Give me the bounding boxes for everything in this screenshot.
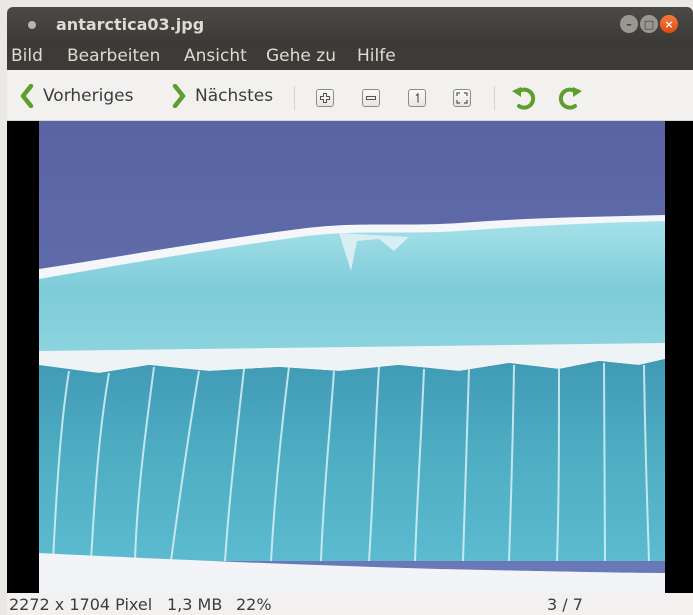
zoom-in-button[interactable] [316, 89, 334, 107]
toolbar-separator [494, 86, 495, 110]
zoom-out-button[interactable] [362, 89, 380, 107]
minimize-button[interactable]: – [620, 15, 638, 33]
antarctica-photo [39, 121, 665, 593]
menu-gehe-zu[interactable]: Gehe zu [266, 46, 336, 66]
image-viewport[interactable] [7, 121, 693, 593]
rotate-right-icon[interactable] [556, 84, 584, 112]
menu-bild[interactable]: Bild [11, 46, 43, 66]
next-label: Nächstes [195, 86, 274, 106]
title-bar[interactable]: antarctica03.jpg – □ × [7, 7, 693, 43]
status-bar: 2272 x 1704 Pixel 1,3 MB 22% 3 / 7 [7, 593, 693, 615]
zoom-in-icon [320, 93, 330, 103]
image-position: 3 / 7 [547, 595, 583, 614]
close-button[interactable]: × [660, 15, 678, 33]
zoom-out-icon [366, 96, 376, 100]
zoom-fit-icon [456, 92, 468, 104]
window-title: antarctica03.jpg [56, 15, 205, 34]
chevron-right-icon [172, 84, 186, 108]
zoom-fit-button[interactable] [453, 89, 471, 107]
app-menu-icon[interactable] [28, 21, 36, 29]
zoom-normal-icon [415, 92, 419, 103]
maximize-button[interactable]: □ [640, 15, 658, 33]
menu-bearbeiten[interactable]: Bearbeiten [67, 46, 160, 66]
toolbar: Vorheriges Nächstes [7, 70, 693, 121]
menu-bar: Bild Bearbeiten Ansicht Gehe zu Hilfe [7, 43, 693, 70]
file-size: 1,3 MB [167, 595, 223, 614]
previous-button[interactable]: Vorheriges [19, 82, 133, 110]
menu-ansicht[interactable]: Ansicht [184, 46, 247, 66]
image-dimensions: 2272 x 1704 Pixel [9, 595, 153, 614]
previous-label: Vorheriges [43, 86, 134, 106]
rotate-left-icon[interactable] [510, 84, 538, 112]
zoom-level: 22% [236, 595, 272, 614]
menu-hilfe[interactable]: Hilfe [357, 46, 396, 66]
next-button[interactable]: Nächstes [171, 82, 273, 110]
zoom-normal-button[interactable] [408, 89, 426, 107]
toolbar-separator [294, 86, 295, 110]
chevron-left-icon [20, 84, 34, 108]
image-viewer-window: antarctica03.jpg – □ × Bild Bearbeiten A… [7, 7, 693, 615]
